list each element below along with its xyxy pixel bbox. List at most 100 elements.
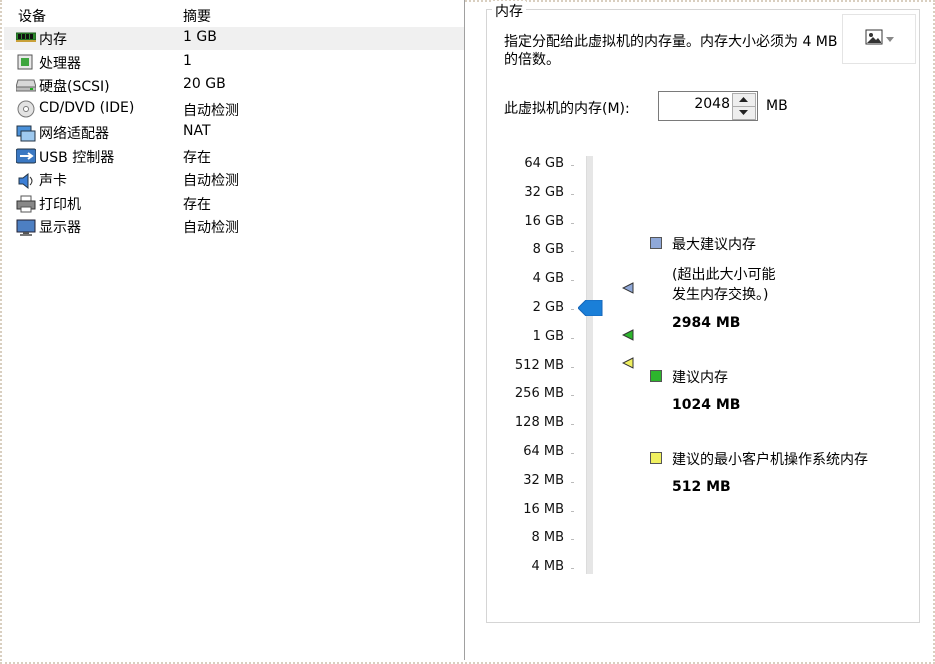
device-name: 显示器 <box>39 220 81 236</box>
scale-tick-mark <box>571 568 574 570</box>
arrow-down-icon <box>739 110 748 115</box>
header-summary[interactable]: 摘要 <box>183 6 211 26</box>
device-row[interactable]: 显示器 自动检测 <box>4 215 464 238</box>
device-row[interactable]: 声卡 自动检测 <box>4 168 464 191</box>
device-row[interactable]: USB 控制器 存在 <box>4 145 464 168</box>
scale-tick-mark <box>571 539 574 541</box>
device-name: 处理器 <box>39 55 81 72</box>
device-summary: 自动检测 <box>183 102 239 119</box>
device-name: 网络适配器 <box>39 126 109 142</box>
device-row[interactable]: 打印机 存在 <box>4 192 464 215</box>
scale-tick-label: 16 GB <box>524 213 564 229</box>
memory-value-input[interactable]: 2048 <box>694 96 730 112</box>
scale-tick-mark <box>571 337 574 339</box>
device-name: 内存 <box>39 32 67 48</box>
device-summary: 自动检测 <box>183 173 239 189</box>
scale-tick-mark <box>571 309 574 310</box>
cd-dvd-icon <box>16 100 36 117</box>
scale-tick-label: 8 MB <box>531 530 564 546</box>
printer-icon <box>16 195 36 213</box>
scale-tick-label: 256 MB <box>514 386 564 402</box>
scale-tick-label: 32 MB <box>523 472 564 488</box>
scale-tick-mark <box>571 193 574 195</box>
device-name: 打印机 <box>39 196 81 213</box>
recommended-memory-title: 建议内存 <box>672 370 728 386</box>
device-list-header: 设备 摘要 <box>4 4 464 27</box>
header-device[interactable]: 设备 <box>18 6 46 26</box>
device-name: 硬盘(SCSI) <box>39 79 110 95</box>
scale-tick-label: 64 GB <box>524 156 564 171</box>
memory-label: 此虚拟机的内存(M): <box>504 101 630 117</box>
max-memory-note-1: (超出此大小可能 <box>672 267 776 283</box>
device-list: 设备 摘要 内存 1 GB 处理器 1 硬盘(SCSI) 20 GB CD/DVD (IDE… <box>4 0 464 660</box>
device-row[interactable]: CD/DVD (IDE) 自动检测 <box>4 98 464 121</box>
scale-tick-mark <box>571 366 574 368</box>
scale-tick-mark <box>571 280 574 282</box>
device-summary: 存在 <box>183 196 211 213</box>
panel-divider[interactable] <box>464 0 465 660</box>
scale-tick-label: 8 GB <box>532 242 564 258</box>
memory-slider-thumb[interactable] <box>577 299 604 320</box>
device-row[interactable]: 内存 1 GB <box>4 27 464 50</box>
memory-description: 指定分配给此虚拟机的内存量。内存大小必须为 4 MB 的倍数。 <box>504 34 838 68</box>
memory-group-title: 内存 <box>492 1 526 21</box>
usb-icon <box>15 148 37 165</box>
device-name: 声卡 <box>39 173 67 189</box>
min-memory-title: 建议的最小客户机操作系统内存 <box>672 452 868 468</box>
scale-tick-label: 4 MB <box>531 559 564 575</box>
max-memory-value: 2984 MB <box>672 315 741 331</box>
max-memory-title: 最大建议内存 <box>672 237 756 253</box>
chevron-down-icon <box>885 31 894 47</box>
recommended-memory-legend-icon <box>650 370 662 382</box>
scale-tick-label: 1 GB <box>532 328 564 344</box>
scale-tick-mark <box>571 222 574 224</box>
scale-tick-label: 512 MB <box>514 357 564 373</box>
scale-tick-mark <box>571 165 574 166</box>
min-memory-legend-icon <box>650 452 662 464</box>
image-button[interactable] <box>842 14 916 64</box>
display-icon <box>16 219 36 236</box>
scale-tick-label: 16 MB <box>523 501 564 517</box>
memory-settings-panel: 内存 指定分配给此虚拟机的内存量。内存大小必须为 4 MB 的倍数。 此虚拟机的… <box>466 0 935 660</box>
device-row[interactable]: 处理器 1 <box>4 51 464 74</box>
device-name: CD/DVD (IDE) <box>39 100 135 116</box>
device-summary: 存在 <box>183 149 211 166</box>
memory-unit: MB <box>766 98 788 114</box>
device-summary: 1 GB <box>183 29 217 45</box>
scale-tick-mark <box>571 510 574 512</box>
network-adapter-icon <box>16 125 36 142</box>
device-name: USB 控制器 <box>39 149 115 166</box>
min-memory-marker <box>621 357 634 373</box>
scale-tick-mark <box>571 481 574 483</box>
arrow-up-icon <box>739 97 748 102</box>
image-icon <box>865 29 883 49</box>
hard-disk-icon <box>15 78 37 95</box>
scale-tick-label: 32 GB <box>524 184 564 200</box>
memory-slider-track[interactable] <box>586 156 593 574</box>
device-summary: 1 <box>183 52 192 69</box>
device-summary: NAT <box>183 123 211 139</box>
scale-tick-label: 4 GB <box>532 271 564 287</box>
device-summary: 20 GB <box>183 76 226 92</box>
device-row[interactable]: 网络适配器 NAT <box>4 121 464 144</box>
device-row[interactable]: 硬盘(SCSI) 20 GB <box>4 74 464 97</box>
max-memory-note-2: 发生内存交换。) <box>672 287 769 303</box>
scale-tick-mark <box>571 453 574 454</box>
scale-tick-mark <box>571 251 574 253</box>
device-summary: 自动检测 <box>183 220 239 236</box>
scale-tick-mark <box>571 424 574 426</box>
scale-tick-label: 2 GB <box>532 300 564 315</box>
spin-down-button[interactable] <box>732 106 756 120</box>
recommended-memory-value: 1024 MB <box>672 397 741 413</box>
scale-tick-label: 128 MB <box>514 415 564 431</box>
scale-tick-mark <box>571 395 574 397</box>
memory-icon <box>15 31 37 48</box>
processor-icon <box>16 54 36 71</box>
min-memory-value: 512 MB <box>672 479 731 495</box>
recommended-memory-marker <box>621 329 634 345</box>
spin-up-button[interactable] <box>732 93 756 107</box>
memory-spinbox[interactable]: 2048 <box>658 91 758 121</box>
sound-card-icon <box>16 172 36 189</box>
max-memory-marker <box>621 282 634 298</box>
scale-tick-label: 64 MB <box>523 444 564 459</box>
